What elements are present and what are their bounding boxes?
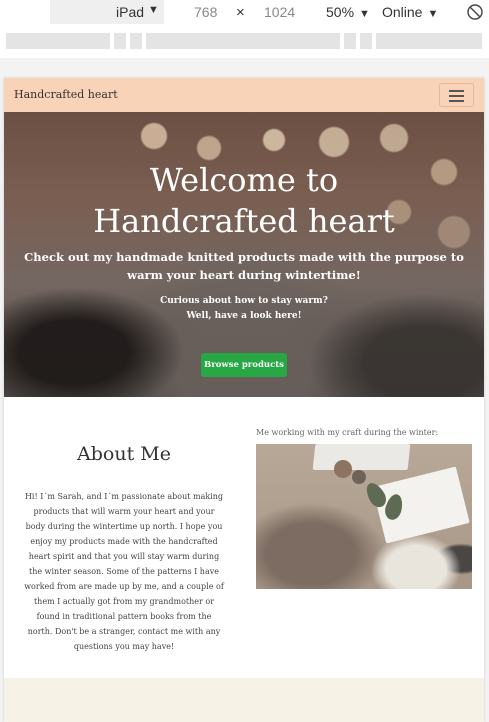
hero-question-line: Well, have a look here! bbox=[186, 311, 302, 321]
hero-question: Curious about how to stay warm? Well, ha… bbox=[4, 294, 484, 324]
hero-title-line: Welcome to bbox=[149, 161, 339, 199]
caret-down-icon: ▼ bbox=[359, 8, 370, 20]
craft-photo bbox=[256, 444, 472, 589]
yarn-ball-shape bbox=[334, 460, 352, 478]
device-select-label: iPad bbox=[116, 4, 145, 20]
browse-products-button[interactable]: Browse products bbox=[201, 353, 287, 377]
height-input[interactable]: 1024 bbox=[264, 4, 295, 20]
devtools-toolbar: iPad ▼ 768 × 1024 50% ▼ Online ▼ bbox=[0, 0, 489, 26]
keyboard-shape bbox=[312, 444, 411, 470]
ruler-segment[interactable] bbox=[6, 33, 110, 49]
about-title: About Me bbox=[77, 443, 171, 465]
network-label: Online bbox=[382, 4, 423, 20]
ruler-segment[interactable] bbox=[344, 33, 356, 49]
network-select[interactable]: Online ▼ bbox=[382, 4, 438, 20]
navbar-toggler-button[interactable] bbox=[439, 83, 474, 107]
emulated-page: Handcrafted heart Welcome to Handcrafted… bbox=[4, 78, 484, 722]
ruler-segment[interactable] bbox=[146, 33, 340, 49]
about-section: About Me Hi! I´m Sarah, and I´m passiona… bbox=[4, 397, 484, 682]
yarn-ball-shape bbox=[352, 470, 366, 484]
rotate-icon[interactable] bbox=[466, 3, 484, 21]
hero-title: Welcome to Handcrafted heart bbox=[4, 160, 484, 242]
device-select[interactable]: iPad ▼ bbox=[50, 0, 164, 24]
next-section bbox=[4, 678, 484, 722]
ruler-segment[interactable] bbox=[114, 33, 126, 49]
dimension-separator: × bbox=[236, 4, 245, 21]
hero-title-line: Handcrafted heart bbox=[93, 202, 395, 240]
about-text: Hi! I´m Sarah, and I´m passionate about … bbox=[24, 492, 224, 651]
caret-down-icon: ▼ bbox=[148, 4, 159, 16]
hero-question-line: Curious about how to stay warm? bbox=[160, 296, 328, 306]
photo-caption: Me working with my craft during the wint… bbox=[256, 428, 439, 437]
hero-section: Welcome to Handcrafted heart Check out m… bbox=[4, 112, 484, 397]
zoom-select[interactable]: 50% ▼ bbox=[326, 4, 370, 20]
caret-down-icon: ▼ bbox=[427, 8, 439, 20]
width-input[interactable]: 768 bbox=[194, 4, 217, 20]
hero-subtitle: Check out my handmade knitted products m… bbox=[24, 250, 464, 282]
navbar-brand[interactable]: Handcrafted heart bbox=[14, 88, 118, 101]
ruler-segment[interactable] bbox=[376, 33, 482, 49]
ruler-segment[interactable] bbox=[130, 33, 142, 49]
zoom-label: 50% bbox=[326, 4, 355, 20]
navbar: Handcrafted heart bbox=[4, 78, 484, 112]
media-query-ruler bbox=[0, 33, 489, 51]
ruler-segment[interactable] bbox=[360, 33, 372, 49]
